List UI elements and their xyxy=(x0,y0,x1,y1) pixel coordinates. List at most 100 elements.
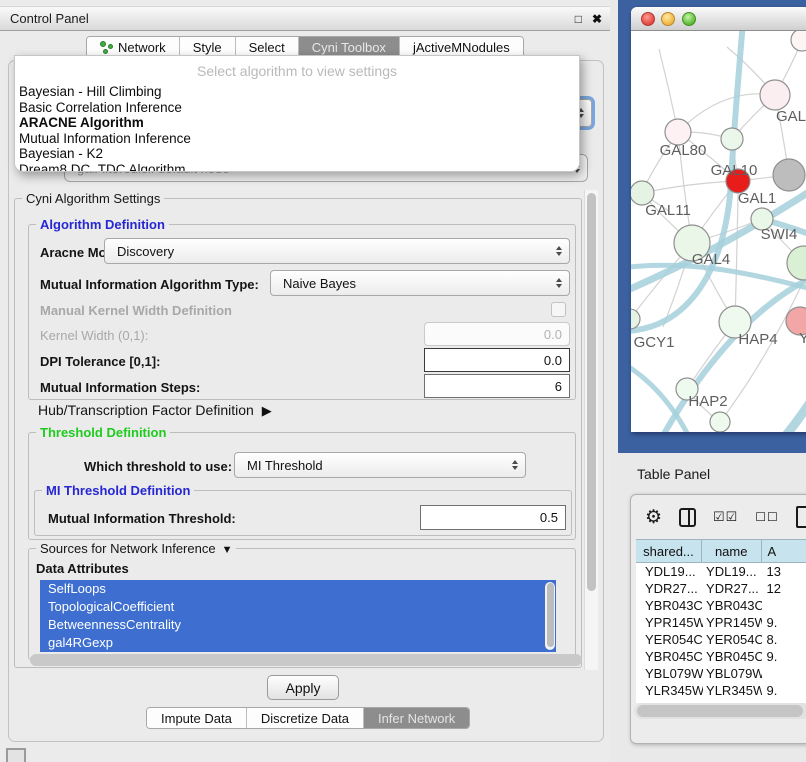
right-workspace: GALGAL80GAL10GAL1GAL11SWI4GAL4GCY1HAP4YH… xyxy=(610,0,806,762)
tab-impute-data[interactable]: Impute Data xyxy=(147,708,247,728)
algorithm-option[interactable]: ARACNE Algorithm xyxy=(15,115,579,131)
sources-group-title: Sources for Network Inference▼ xyxy=(36,541,236,556)
minimized-panel-icon[interactable] xyxy=(6,748,26,762)
close-button-icon[interactable] xyxy=(641,12,655,26)
mi-type-label: Mutual Information Algorithm Type: xyxy=(40,277,259,292)
table-row[interactable]: YDL19...YDL19...13 xyxy=(636,563,806,580)
list-scrollbar-thumb[interactable] xyxy=(547,583,554,647)
table-cell[interactable]: 9. xyxy=(762,682,806,699)
network-node[interactable] xyxy=(631,309,640,329)
control-panel-titlebar: Control Panel □ ✖ xyxy=(0,6,612,31)
float-window-icon[interactable]: □ xyxy=(575,12,582,26)
dpi-tolerance-input[interactable]: 0.0 xyxy=(424,348,570,372)
data-attributes-list[interactable]: SelfLoopsTopologicalCoefficientBetweenne… xyxy=(40,580,556,652)
algorithm-option[interactable]: Dream8 DC_TDC Algorithm xyxy=(15,162,579,172)
attribute-list-item[interactable]: BetweennessCentrality xyxy=(40,616,556,634)
select-all-checks-icon[interactable]: ☑☑ xyxy=(713,509,738,525)
table-horizontal-scrollbar[interactable] xyxy=(634,703,806,719)
close-icon[interactable]: ✖ xyxy=(592,12,602,26)
table-cell[interactable]: YPR145W xyxy=(703,614,762,631)
deselect-all-boxes-icon[interactable]: ☐☐ xyxy=(755,510,779,524)
table-cell[interactable]: 9. xyxy=(762,648,806,665)
network-canvas[interactable]: GALGAL80GAL10GAL1GAL11SWI4GAL4GCY1HAP4YH… xyxy=(631,31,806,432)
column-header-name[interactable]: name xyxy=(702,540,762,562)
table-row[interactable]: YBR045CYBR045C9. xyxy=(636,648,806,665)
settings-horizontal-scrollbar[interactable] xyxy=(30,654,582,666)
mi-threshold-input[interactable]: 0.5 xyxy=(420,505,566,530)
network-node-label: HAP2 xyxy=(688,393,727,410)
apply-button[interactable]: Apply xyxy=(267,675,339,700)
table-cell[interactable]: YBL079W xyxy=(636,665,703,682)
table-row[interactable]: YLR345WYLR345W9. xyxy=(636,682,806,699)
attribute-list-item[interactable]: gal4RGexp xyxy=(40,634,556,652)
hub-definition-label: Hub/Transcription Factor Definition xyxy=(38,402,254,418)
manual-kernel-checkbox[interactable] xyxy=(551,302,566,317)
table-cell[interactable]: YLR345W xyxy=(636,682,703,699)
table-row[interactable]: YBR043CYBR043C xyxy=(636,597,806,614)
table-cell[interactable]: YDR27... xyxy=(636,580,703,597)
table-cell[interactable]: YER054C xyxy=(636,631,703,648)
expanded-arrow-icon[interactable]: ▼ xyxy=(222,544,233,556)
kernel-width-value: 0.0 xyxy=(544,327,562,342)
aracne-mode-combo[interactable]: Discovery xyxy=(104,238,570,264)
table-cell[interactable]: YBR045C xyxy=(703,648,762,665)
table-cell[interactable]: YBR045C xyxy=(636,648,703,665)
tab-label: Infer Network xyxy=(378,711,455,726)
table-row[interactable]: YER054CYER054C8. xyxy=(636,631,806,648)
network-view-window[interactable]: GALGAL80GAL10GAL1GAL11SWI4GAL4GCY1HAP4YH… xyxy=(631,7,806,432)
table-cell[interactable]: YPR145W xyxy=(636,614,703,631)
which-threshold-combo[interactable]: MI Threshold xyxy=(234,452,526,478)
settings-scrollbar-thumb[interactable] xyxy=(587,193,596,591)
collapsed-arrow-icon[interactable]: ▶ xyxy=(262,403,272,419)
table-cell[interactable]: 13 xyxy=(762,563,806,580)
which-threshold-label: Which threshold to use: xyxy=(84,459,232,474)
table-row[interactable]: YBL079WYBL079W xyxy=(636,665,806,682)
algorithm-option[interactable]: Bayesian - Hill Climbing xyxy=(15,84,579,100)
attribute-list-item[interactable]: TopologicalCoefficient xyxy=(40,598,556,616)
algorithm-option[interactable]: Basic Correlation Inference xyxy=(15,100,579,116)
column-header-shared-name[interactable]: shared... xyxy=(636,540,702,562)
mi-steps-input[interactable]: 6 xyxy=(424,374,570,398)
table-cell[interactable]: YLR345W xyxy=(703,682,762,699)
network-node[interactable] xyxy=(773,159,805,191)
data-attributes-label: Data Attributes xyxy=(36,561,129,576)
attribute-list-item[interactable]: SelfLoops xyxy=(40,580,556,598)
zoom-button-icon[interactable] xyxy=(682,12,696,26)
table-row[interactable]: YPR145WYPR145W9. xyxy=(636,614,806,631)
network-node[interactable] xyxy=(710,412,730,432)
hub-definition-section[interactable]: Hub/Transcription Factor Definition ▶ xyxy=(38,402,272,419)
table-cell[interactable]: 12 xyxy=(762,580,806,597)
tab-discretize-data[interactable]: Discretize Data xyxy=(247,708,364,728)
gear-icon[interactable]: ⚙ xyxy=(645,508,662,527)
table-cell[interactable]: YBR043C xyxy=(636,597,703,614)
columns-icon[interactable] xyxy=(679,508,696,527)
network-node[interactable] xyxy=(721,128,743,150)
export-table-icon[interactable] xyxy=(796,506,806,528)
network-node[interactable] xyxy=(787,246,806,280)
table-cell[interactable]: YDL19... xyxy=(636,563,703,580)
algorithm-option[interactable]: Mutual Information Inference xyxy=(15,131,579,147)
table-cell[interactable]: 9. xyxy=(762,614,806,631)
table-cell[interactable]: 8. xyxy=(762,631,806,648)
network-edge-highlighted xyxy=(764,355,806,432)
table-cell[interactable]: YBL079W xyxy=(703,665,762,682)
table-row[interactable]: YDR27...YDR27...12 xyxy=(636,580,806,597)
column-header-clipped[interactable]: A xyxy=(762,540,806,562)
tab-infer-network[interactable]: Infer Network xyxy=(364,708,469,728)
table-cell[interactable] xyxy=(762,665,806,682)
table-cell[interactable]: YER054C xyxy=(703,631,762,648)
minimize-button-icon[interactable] xyxy=(661,12,675,26)
network-node[interactable] xyxy=(791,31,806,51)
algorithm-option[interactable]: Bayesian - K2 xyxy=(15,146,579,162)
table-scrollbar-thumb[interactable] xyxy=(637,705,803,717)
list-scrollbar[interactable] xyxy=(545,582,555,650)
mi-type-combo[interactable]: Naive Bayes xyxy=(270,270,570,296)
table-cell[interactable]: YDR27... xyxy=(703,580,762,597)
network-node[interactable] xyxy=(760,80,790,110)
network-window-titlebar xyxy=(631,7,806,31)
table-cell[interactable] xyxy=(762,597,806,614)
settings-vertical-scrollbar[interactable] xyxy=(584,190,598,670)
table-cell[interactable]: YDL19... xyxy=(703,563,762,580)
mi-steps-value: 6 xyxy=(555,379,562,394)
table-cell[interactable]: YBR043C xyxy=(703,597,762,614)
